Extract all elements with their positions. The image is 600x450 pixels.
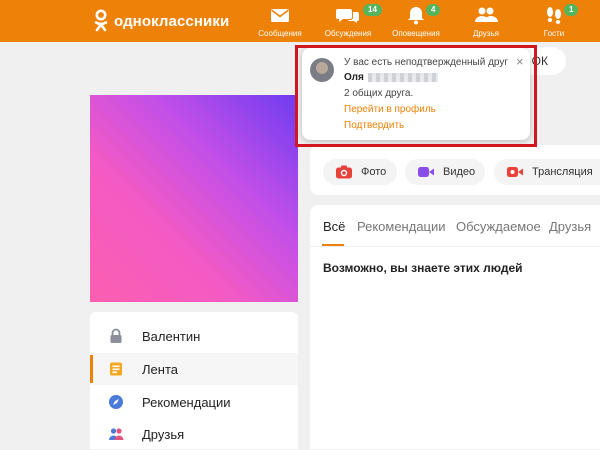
nav-label: Обсуждения [324, 29, 372, 38]
logo[interactable]: одноклассники [94, 8, 229, 34]
photo-button[interactable]: Фото [323, 159, 397, 185]
nav-label: Оповещения [392, 29, 440, 38]
lock-icon [110, 328, 122, 343]
sidebar-item-profile[interactable]: Валентин [90, 320, 298, 352]
friends-icon [475, 7, 498, 22]
video-camera-icon [418, 167, 434, 177]
compass-icon [109, 395, 123, 409]
envelope-icon [271, 9, 289, 22]
logo-text: одноклассники [114, 12, 230, 30]
tab-recommendations[interactable]: Рекомендации [357, 219, 446, 234]
discussions-badge: 14 [363, 4, 382, 16]
footprints-icon [547, 7, 561, 24]
top-bar: одноклассники Сообщения Обсуждения 14 Оп… [0, 0, 600, 42]
sidebar-item-label: Лента [142, 362, 178, 377]
ok-logo-icon [94, 9, 108, 32]
sidebar-item-label: Рекомендации [142, 395, 231, 410]
nav-label: Гости [543, 29, 565, 38]
notifications-badge: 4 [426, 4, 441, 16]
nav-discussions[interactable]: Обсуждения 14 [318, 3, 382, 41]
tab-all[interactable]: Всё [323, 219, 345, 234]
profile-cover[interactable] [90, 95, 298, 302]
nav-friends[interactable]: Друзья [456, 3, 516, 41]
tabs-divider [310, 246, 600, 247]
nav-label: Сообщения [258, 29, 302, 38]
nav-messages[interactable]: Сообщения [250, 3, 310, 41]
guests-badge: 1 [564, 4, 579, 16]
sidebar-item-feed[interactable]: Лента [90, 353, 298, 385]
sidebar-item-label: Друзья [142, 427, 185, 442]
bell-icon [408, 7, 424, 25]
photo-button-label: Фото [361, 166, 387, 178]
sidebar-menu: Валентин Лента Рекомендации Друзья [90, 312, 298, 449]
broadcast-icon [507, 167, 523, 177]
nav-label: Друзья [473, 29, 499, 38]
video-button-label: Видео [443, 166, 476, 178]
tab-discussed[interactable]: Обсуждаемое [456, 219, 541, 234]
nav-notifications[interactable]: Оповещения 4 [386, 3, 446, 41]
tab-friends[interactable]: Друзья [549, 219, 591, 234]
nav-guests[interactable]: Гости 1 [524, 3, 584, 41]
sidebar-item-recommendations[interactable]: Рекомендации [90, 386, 298, 418]
feed-heading: Возможно, вы знаете этих людей [323, 261, 523, 275]
broadcast-button[interactable]: Трансляция [494, 159, 600, 185]
feed-panel [310, 205, 600, 449]
broadcast-button-label: Трансляция [532, 166, 593, 178]
sidebar-item-friends[interactable]: Друзья [90, 418, 298, 450]
video-button[interactable]: Видео [405, 159, 485, 185]
sidebar-item-label: Валентин [142, 329, 201, 344]
highlight-frame [295, 45, 537, 147]
camera-icon [336, 165, 352, 179]
friends-icon [109, 428, 124, 440]
feed-icon [110, 362, 122, 376]
chat-bubbles-icon [336, 9, 359, 23]
